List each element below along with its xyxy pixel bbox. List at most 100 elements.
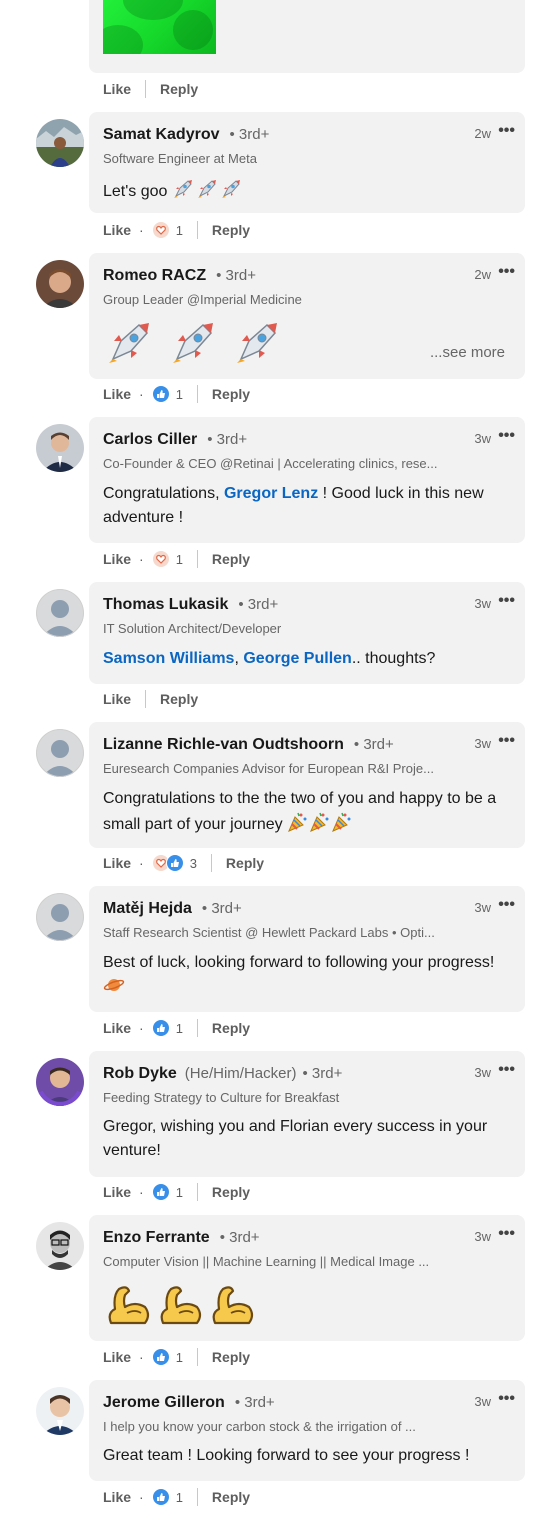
reaction-count[interactable]: 1 bbox=[176, 387, 183, 402]
reaction-count[interactable]: 1 bbox=[176, 552, 183, 567]
comment-bubble: Jerome Gilleron • 3rd+ I help you know y… bbox=[89, 1380, 525, 1481]
connection-degree: • 3rd+ bbox=[353, 736, 394, 753]
love-icon[interactable] bbox=[151, 221, 170, 239]
avatar[interactable] bbox=[36, 260, 84, 308]
comment-actions: Like · 1 Reply bbox=[103, 220, 250, 240]
reply-button[interactable]: Reply bbox=[160, 691, 198, 707]
reply-button[interactable]: Reply bbox=[212, 1184, 250, 1200]
mention-link[interactable]: Samson Williams bbox=[103, 650, 234, 667]
divider bbox=[196, 1348, 198, 1366]
like-reaction-icon[interactable] bbox=[151, 1488, 170, 1506]
reaction-count[interactable]: 1 bbox=[176, 1490, 183, 1505]
reaction-count[interactable]: 1 bbox=[176, 1021, 183, 1036]
comment-text: Samson Williams, George Pullen.. thought… bbox=[103, 647, 503, 671]
commenter-name[interactable]: Enzo Ferrante bbox=[103, 1229, 210, 1247]
reply-button[interactable]: Reply bbox=[226, 855, 264, 871]
divider bbox=[145, 690, 147, 708]
reaction-count[interactable]: 1 bbox=[176, 1350, 183, 1365]
timestamp: 2w bbox=[474, 126, 491, 141]
like-button[interactable]: Like bbox=[103, 222, 131, 238]
divider bbox=[145, 80, 147, 98]
rocket-emoji-icon bbox=[172, 178, 244, 208]
more-options-icon[interactable]: ••• bbox=[498, 1061, 515, 1079]
commenter-name[interactable]: Lizanne Richle-van Oudtshoorn bbox=[103, 736, 344, 754]
timestamp: 3w bbox=[474, 1229, 491, 1244]
ringed-planet-emoji-icon bbox=[103, 975, 125, 1003]
divider bbox=[196, 1019, 198, 1037]
like-reaction-icon[interactable] bbox=[151, 1019, 170, 1037]
like-reaction-icon[interactable] bbox=[151, 1183, 170, 1201]
avatar[interactable] bbox=[36, 1058, 84, 1106]
more-options-icon[interactable]: ••• bbox=[498, 732, 515, 750]
see-more-link[interactable]: ...see more bbox=[430, 344, 505, 361]
more-options-icon[interactable]: ••• bbox=[498, 427, 515, 445]
like-button[interactable]: Like bbox=[103, 691, 131, 707]
comment-text: Let's goo bbox=[103, 178, 503, 208]
like-button[interactable]: Like bbox=[103, 1020, 131, 1036]
comment-actions: Like · 1 Reply bbox=[103, 549, 250, 569]
like-button[interactable]: Like bbox=[103, 551, 131, 567]
like-button[interactable]: Like bbox=[103, 1184, 131, 1200]
commenter-name[interactable]: Rob Dyke bbox=[103, 1065, 177, 1083]
comment-bubble: Enzo Ferrante • 3rd+ Computer Vision || … bbox=[89, 1215, 525, 1341]
avatar[interactable] bbox=[36, 1387, 84, 1435]
like-button[interactable]: Like bbox=[103, 386, 131, 402]
mention-link[interactable]: George Pullen bbox=[243, 650, 351, 667]
reply-button[interactable]: Reply bbox=[212, 222, 250, 238]
reply-button[interactable]: Reply bbox=[212, 1349, 250, 1365]
comment-actions: Like · 1 Reply bbox=[103, 1018, 250, 1038]
comment-image[interactable] bbox=[103, 0, 216, 54]
commenter-name[interactable]: Romeo RACZ bbox=[103, 267, 206, 285]
like-button[interactable]: Like bbox=[103, 855, 131, 871]
rocket-emoji-icon bbox=[109, 323, 149, 363]
separator-dot: · bbox=[139, 1489, 144, 1505]
avatar[interactable] bbox=[36, 424, 84, 472]
avatar[interactable] bbox=[36, 589, 84, 637]
pronouns: (He/Him/Hacker) bbox=[184, 1065, 297, 1082]
reply-button[interactable]: Reply bbox=[212, 1020, 250, 1036]
reply-button[interactable]: Reply bbox=[212, 1489, 250, 1505]
like-button[interactable]: Like bbox=[103, 1349, 131, 1365]
avatar[interactable] bbox=[36, 893, 84, 941]
flexed-biceps-emoji-icon bbox=[160, 1286, 202, 1325]
love-icon[interactable] bbox=[151, 550, 170, 568]
comment-actions: Like · 1 Reply bbox=[103, 1347, 250, 1367]
divider bbox=[196, 1488, 198, 1506]
commenter-name[interactable]: Carlos Ciller bbox=[103, 431, 197, 449]
like-reaction-icon[interactable] bbox=[151, 385, 170, 403]
commenter-name[interactable]: Jerome Gilleron bbox=[103, 1394, 225, 1412]
commenter-name[interactable]: Matěj Hejda bbox=[103, 900, 192, 918]
avatar[interactable] bbox=[36, 1222, 84, 1270]
like-button[interactable]: Like bbox=[103, 81, 131, 97]
like-reaction-icon[interactable] bbox=[151, 1348, 170, 1366]
reply-button[interactable]: Reply bbox=[212, 386, 250, 402]
avatar[interactable] bbox=[36, 729, 84, 777]
like-button[interactable]: Like bbox=[103, 1489, 131, 1505]
mention-link[interactable]: Gregor Lenz bbox=[224, 485, 318, 502]
comment-text: Best of luck, looking forward to followi… bbox=[103, 951, 503, 1003]
reaction-count[interactable]: 1 bbox=[176, 223, 183, 238]
comment-body: Let's goo bbox=[103, 183, 168, 200]
like-reaction-icon[interactable] bbox=[165, 854, 184, 872]
commenter-name[interactable]: Thomas Lukasik bbox=[103, 596, 228, 614]
reply-button[interactable]: Reply bbox=[160, 81, 198, 97]
separator-dot: · bbox=[139, 855, 144, 871]
avatar[interactable] bbox=[36, 119, 84, 167]
reply-button[interactable]: Reply bbox=[212, 551, 250, 567]
connection-degree: • 3rd+ bbox=[207, 431, 248, 448]
reaction-count[interactable]: 1 bbox=[176, 1185, 183, 1200]
more-options-icon[interactable]: ••• bbox=[498, 592, 515, 610]
commenter-headline: Computer Vision || Machine Learning || M… bbox=[103, 1254, 430, 1269]
more-options-icon[interactable]: ••• bbox=[498, 896, 515, 914]
comment-actions: Like Reply bbox=[103, 79, 198, 99]
timestamp: 3w bbox=[474, 1394, 491, 1409]
comment-bubble: Samat Kadyrov • 3rd+ Software Engineer a… bbox=[89, 112, 525, 213]
more-options-icon[interactable]: ••• bbox=[498, 263, 515, 281]
more-options-icon[interactable]: ••• bbox=[498, 1225, 515, 1243]
reaction-count[interactable]: 3 bbox=[190, 856, 197, 871]
commenter-headline: Co-Founder & CEO @Retinai | Accelerating… bbox=[103, 456, 438, 471]
flexed-biceps-emoji-row bbox=[105, 1283, 255, 1327]
more-options-icon[interactable]: ••• bbox=[498, 122, 515, 140]
more-options-icon[interactable]: ••• bbox=[498, 1390, 515, 1408]
commenter-name[interactable]: Samat Kadyrov bbox=[103, 126, 220, 144]
